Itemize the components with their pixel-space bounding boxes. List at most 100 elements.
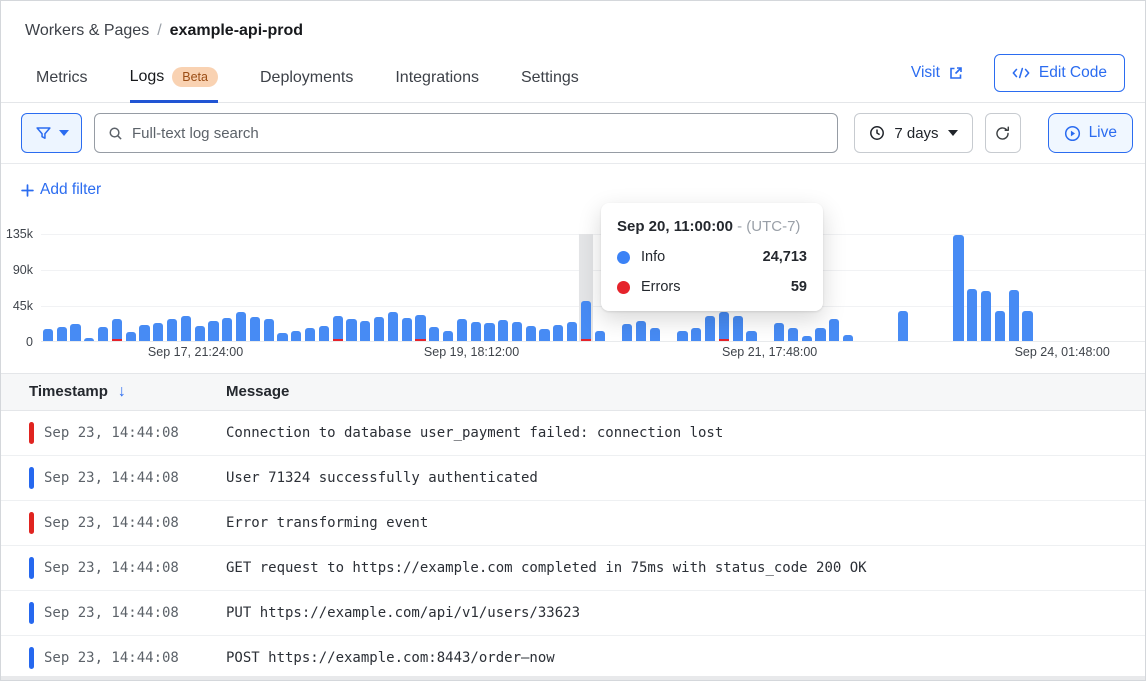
chart-bar-slot[interactable] (262, 234, 276, 341)
chart-bar-slot[interactable] (1103, 234, 1117, 341)
tab-metrics[interactable]: Metrics (36, 59, 88, 102)
add-filter-button[interactable]: Add filter (21, 181, 101, 199)
info-level-indicator (29, 602, 34, 624)
message-column-header: Message (198, 383, 1145, 400)
live-button[interactable]: Live (1048, 113, 1133, 153)
chart-bar-slot[interactable] (400, 234, 414, 341)
chart-bar-slot[interactable] (179, 234, 193, 341)
chart-bar-slot[interactable] (41, 234, 55, 341)
log-row-info[interactable]: Sep 23, 14:44:08PUT https://example.com/… (1, 591, 1145, 636)
chart-bar-slot[interactable] (979, 234, 993, 341)
breadcrumb-section[interactable]: Workers & Pages (25, 22, 149, 40)
chart-bar-slot[interactable] (372, 234, 386, 341)
search-box (94, 113, 838, 153)
chart-bar-slot[interactable] (414, 234, 428, 341)
log-row-info[interactable]: Sep 23, 14:44:08GET request to https://e… (1, 546, 1145, 591)
tab-logs[interactable]: LogsBeta (130, 57, 218, 103)
time-range-button[interactable]: 7 days (854, 113, 972, 153)
chart-bar-slot[interactable] (910, 234, 924, 341)
filter-dropdown-button[interactable] (21, 113, 82, 153)
error-level-indicator (29, 422, 34, 444)
chart-bar-slot[interactable] (551, 234, 565, 341)
chart-bar-slot[interactable] (234, 234, 248, 341)
chart-bar-slot[interactable] (317, 234, 331, 341)
chart-bar-slot[interactable] (427, 234, 441, 341)
chart-bar-slot[interactable] (151, 234, 165, 341)
tab-label: Logs (130, 68, 165, 86)
tab-integrations[interactable]: Integrations (395, 59, 479, 102)
chart-bar-slot[interactable] (276, 234, 290, 341)
log-timestamp-cell: Sep 23, 14:44:08 (1, 467, 198, 489)
log-volume-bar (57, 327, 67, 341)
chart-bar-slot[interactable] (138, 234, 152, 341)
chart-plot-area[interactable]: 135k90k45k0 (41, 234, 1145, 342)
refresh-button[interactable] (985, 113, 1021, 153)
chart-bars (41, 234, 1145, 341)
chart-bar-slot[interactable] (952, 234, 966, 341)
chart-bar-slot[interactable] (1048, 234, 1062, 341)
chart-bar-slot[interactable] (827, 234, 841, 341)
chart-bar-slot[interactable] (345, 234, 359, 341)
chart-bar-slot[interactable] (441, 234, 455, 341)
tab-label: Settings (521, 69, 579, 87)
chart-bar-slot[interactable] (69, 234, 83, 341)
log-message-cell: Error transforming event (198, 514, 1145, 532)
chart-bar-slot[interactable] (1117, 234, 1131, 341)
chart-bar-slot[interactable] (331, 234, 345, 341)
log-row-info[interactable]: Sep 23, 14:44:08POST https://example.com… (1, 636, 1145, 681)
chart-bar-slot[interactable] (165, 234, 179, 341)
chart-bar-slot[interactable] (1090, 234, 1104, 341)
chart-bar-slot[interactable] (483, 234, 497, 341)
log-volume-bar (815, 328, 825, 341)
chart-bar-slot[interactable] (207, 234, 221, 341)
chart-bar-slot[interactable] (510, 234, 524, 341)
chart-bar-slot[interactable] (883, 234, 897, 341)
chart-bar-slot[interactable] (96, 234, 110, 341)
tab-settings[interactable]: Settings (521, 59, 579, 102)
chart-bar-slot[interactable] (386, 234, 400, 341)
chart-bar-slot[interactable] (1076, 234, 1090, 341)
chart-bar-slot[interactable] (924, 234, 938, 341)
chart-bar-slot[interactable] (469, 234, 483, 341)
chart-bar-slot[interactable] (1021, 234, 1035, 341)
chart-bar-hovered[interactable] (579, 234, 593, 341)
chart-bar-slot[interactable] (565, 234, 579, 341)
tab-deployments[interactable]: Deployments (260, 59, 353, 102)
log-row-info[interactable]: Sep 23, 14:44:08User 71324 successfully … (1, 456, 1145, 501)
search-input[interactable] (132, 125, 824, 142)
chart-bar-slot[interactable] (303, 234, 317, 341)
log-volume-bar (622, 324, 632, 341)
sort-descending-icon[interactable]: ↓ (118, 383, 126, 401)
log-row-error[interactable]: Sep 23, 14:44:08Error transforming event (1, 501, 1145, 546)
chart-bar-slot[interactable] (524, 234, 538, 341)
chart-bar-slot[interactable] (220, 234, 234, 341)
chart-bar-slot[interactable] (124, 234, 138, 341)
chart-bar-slot[interactable] (496, 234, 510, 341)
chart-bar-slot[interactable] (193, 234, 207, 341)
timestamp-column-header[interactable]: Timestamp ↓ (1, 383, 198, 401)
chart-bar-slot[interactable] (82, 234, 96, 341)
visit-link[interactable]: Visit (911, 64, 964, 82)
chart-bar-slot[interactable] (1007, 234, 1021, 341)
chart-bar-slot[interactable] (938, 234, 952, 341)
chart-bar-slot[interactable] (1034, 234, 1048, 341)
log-volume-bar (360, 321, 370, 341)
chart-bar-slot[interactable] (855, 234, 869, 341)
chart-bar-slot[interactable] (248, 234, 262, 341)
log-row-error[interactable]: Sep 23, 14:44:08Connection to database u… (1, 411, 1145, 456)
chart-bar-slot[interactable] (358, 234, 372, 341)
chart-bar-slot[interactable] (55, 234, 69, 341)
chart-bar-slot[interactable] (538, 234, 552, 341)
chart-bar-slot[interactable] (455, 234, 469, 341)
chart-bar-slot[interactable] (965, 234, 979, 341)
chart-bar-slot[interactable] (1062, 234, 1076, 341)
chart-bar-slot[interactable] (841, 234, 855, 341)
chart-bar-slot[interactable] (869, 234, 883, 341)
chart-bar-slot[interactable] (1131, 234, 1145, 341)
edit-code-button[interactable]: Edit Code (994, 54, 1125, 92)
chart-bar-slot[interactable] (993, 234, 1007, 341)
log-volume-bar (429, 327, 439, 341)
chart-bar-slot[interactable] (110, 234, 124, 341)
chart-bar-slot[interactable] (289, 234, 303, 341)
chart-bar-slot[interactable] (896, 234, 910, 341)
